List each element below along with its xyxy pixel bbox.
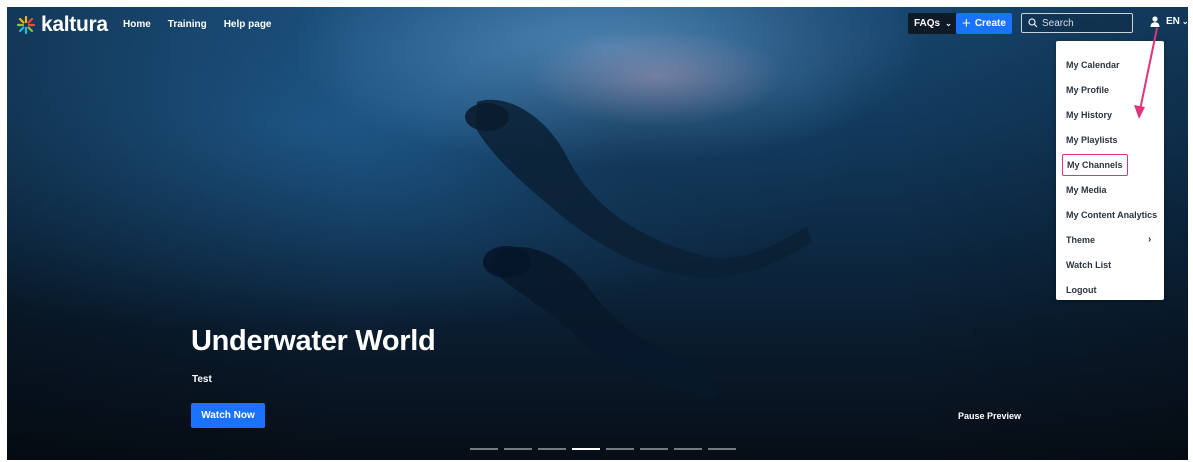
carousel-indicator[interactable] <box>640 448 668 450</box>
menu-item-theme-label: Theme <box>1066 235 1096 245</box>
carousel-indicator[interactable] <box>606 448 634 450</box>
nav-help-page-link[interactable]: Help page <box>224 19 272 30</box>
menu-item-my-playlists[interactable]: My Playlists <box>1066 132 1118 148</box>
chevron-down-icon: ⌄ <box>1181 17 1188 26</box>
chevron-down-icon: ⌄ <box>945 19 952 28</box>
menu-item-my-content-analytics[interactable]: My Content Analytics <box>1066 207 1157 223</box>
brand-name: kaltura <box>41 13 108 36</box>
search-input[interactable] <box>1042 17 1127 29</box>
hero-shade <box>7 7 1188 460</box>
carousel-indicator[interactable] <box>470 448 498 450</box>
user-dropdown-menu: My Calendar My Profile My History My Pla… <box>1056 41 1164 300</box>
kaltura-burst-icon <box>16 15 36 35</box>
carousel-indicator[interactable] <box>572 448 600 450</box>
hero-title: Underwater World <box>191 325 436 357</box>
menu-item-watch-list[interactable]: Watch List <box>1066 257 1111 273</box>
menu-item-my-profile[interactable]: My Profile <box>1066 82 1109 98</box>
watch-now-button[interactable]: Watch Now <box>191 403 265 428</box>
faqs-label: FAQs <box>914 18 941 29</box>
language-selector[interactable]: EN ⌄ <box>1166 16 1188 27</box>
top-navigation-bar: kaltura Home Training Help page FAQs ⌄ +… <box>7 7 1188 41</box>
plus-icon: + <box>962 15 971 32</box>
menu-item-my-history[interactable]: My History <box>1066 107 1112 123</box>
pause-preview-button[interactable]: Pause Preview <box>958 411 1021 421</box>
menu-item-my-channels[interactable]: My Channels <box>1062 154 1128 176</box>
menu-item-logout[interactable]: Logout <box>1066 282 1097 298</box>
user-menu-toggle[interactable]: EN ⌄ <box>1150 16 1188 27</box>
search-icon <box>1028 18 1038 28</box>
carousel-indicator[interactable] <box>674 448 702 450</box>
menu-item-my-calendar[interactable]: My Calendar <box>1066 57 1120 73</box>
create-label: Create <box>974 18 1006 29</box>
search-box <box>1021 13 1133 33</box>
carousel-indicator[interactable] <box>504 448 532 450</box>
menu-item-theme[interactable]: Theme › <box>1066 232 1156 248</box>
carousel-indicator[interactable] <box>538 448 566 450</box>
kaltura-logo[interactable]: kaltura <box>15 13 108 37</box>
create-button[interactable]: + Create <box>956 13 1012 34</box>
faqs-dropdown[interactable]: FAQs ⌄ <box>908 13 958 34</box>
carousel-indicator[interactable] <box>708 448 736 450</box>
menu-item-my-media[interactable]: My Media <box>1066 182 1107 198</box>
nav-home-link[interactable]: Home <box>123 19 151 30</box>
hero-subtitle: Test <box>192 374 212 385</box>
carousel-indicators <box>470 448 742 450</box>
nav-training-link[interactable]: Training <box>168 19 207 30</box>
main-nav: Home Training Help page <box>123 19 289 30</box>
language-label: EN <box>1166 16 1180 27</box>
chevron-right-icon: › <box>1148 234 1152 245</box>
user-icon <box>1150 16 1160 27</box>
hero-banner: kaltura Home Training Help page FAQs ⌄ +… <box>7 7 1188 460</box>
